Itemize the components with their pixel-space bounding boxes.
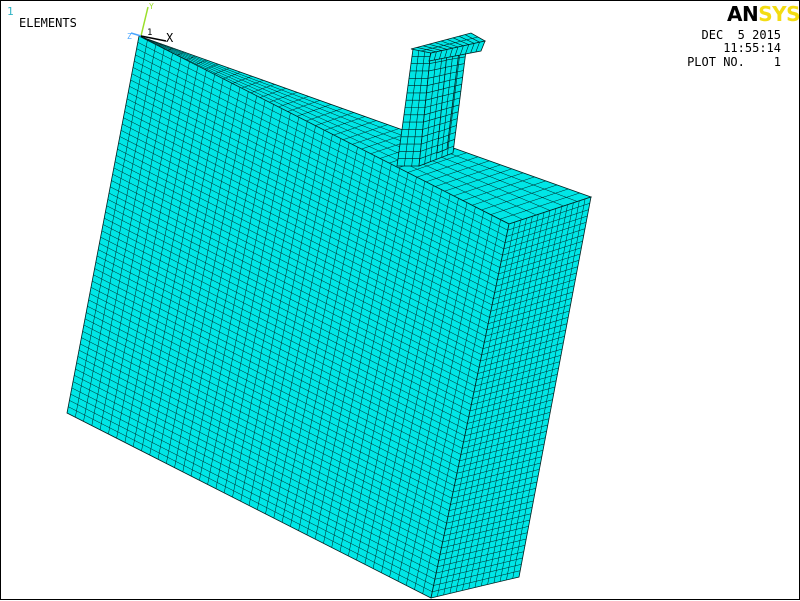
triad-x-axis-label: X — [166, 31, 174, 45]
coordinate-triad-icon: Y Z 1 — [127, 2, 167, 42]
triad-origin-label: 1 — [147, 28, 152, 38]
plot-date: DEC 5 2015 — [701, 28, 781, 42]
logo-primary-text: AN — [727, 2, 759, 26]
triad-y-axis-label: Y — [149, 2, 154, 11]
triad-z-axis-label: Z — [127, 32, 132, 41]
plot-time: 11:55:14 — [723, 41, 781, 55]
graphics-window[interactable]: Y Z 1 1 ELEMENTS ANSYS DEC 5 2015 11:55:14… — [0, 0, 800, 600]
plot-type-label: ELEMENTS — [19, 16, 77, 30]
triad-z-axis-line — [130, 32, 142, 37]
ansys-logo: ANSYS — [727, 2, 800, 26]
window-number: 1 — [7, 5, 14, 18]
plot-number: PLOT NO. 1 — [687, 55, 781, 69]
fe-mesh-model[interactable]: Y Z 1 — [1, 1, 800, 601]
logo-accent-text: SYS — [758, 2, 800, 26]
